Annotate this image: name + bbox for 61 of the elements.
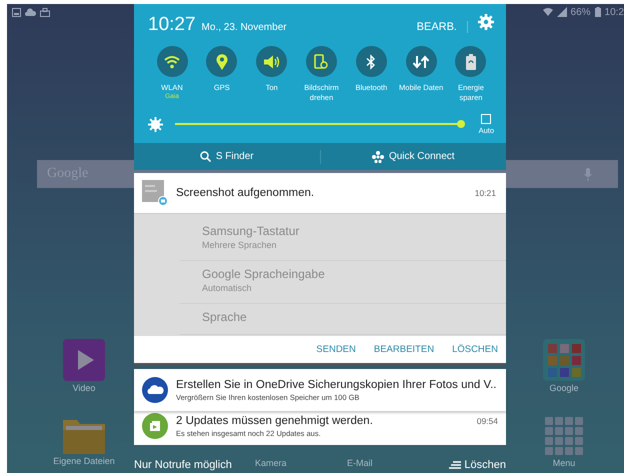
auto-checkbox[interactable] <box>481 114 492 124</box>
notification-action[interactable]: SENDEN <box>312 342 360 357</box>
cloud-icon <box>25 8 36 16</box>
notification-title: 2 Updates müssen genehmigt werden. <box>176 414 374 426</box>
bluetooth-toggle[interactable] <box>356 46 387 77</box>
dots-cluster-icon <box>372 150 384 162</box>
status-time: 10:2 <box>604 6 624 18</box>
app-label: Google <box>549 383 579 393</box>
settings-icon[interactable] <box>478 14 494 30</box>
emergency-calls-text: Nur Notrufe möglich <box>134 459 232 471</box>
battery-icon <box>594 7 601 17</box>
screenshot-notification[interactable]: Screenshot aufgenommen. 10:21 Samsung-Tastatur Mehrere Sprachen Google Spracheingabe Automatisch Sprache SENDEN BEARBEITEN LÖSCHEN <box>134 173 506 365</box>
bag-icon <box>40 8 50 16</box>
data-toggle[interactable] <box>406 46 437 77</box>
video-app-icon[interactable] <box>63 339 105 381</box>
brightness-slider[interactable] <box>175 121 467 127</box>
search-icon <box>200 151 211 162</box>
wifi-toggle[interactable] <box>156 46 188 77</box>
date-text: Mo., 23. November <box>202 22 287 33</box>
cloud-app-icon <box>142 377 168 403</box>
gps-toggle[interactable] <box>206 46 238 77</box>
brightness-icon <box>148 116 163 132</box>
preview-item-title: Google Spracheingabe <box>202 267 326 281</box>
microphone-icon <box>584 168 592 180</box>
notification-time: 10:21 <box>474 188 496 198</box>
s-finder-button[interactable]: S Finder <box>134 150 320 163</box>
app-label: Video <box>72 383 96 393</box>
rotate-toggle[interactable] <box>306 46 337 77</box>
battery-percent: 66% <box>570 6 591 18</box>
app-label: Menu <box>552 458 576 468</box>
battery-saver-icon <box>464 54 477 70</box>
location-pin-icon <box>216 54 228 70</box>
bluetooth-icon <box>366 54 376 70</box>
power-toggle[interactable] <box>455 46 486 77</box>
preview-item-subtitle: Automatisch <box>202 283 253 293</box>
edit-button[interactable]: BEARB. <box>416 21 468 33</box>
app-label: Kamera <box>255 458 287 468</box>
app-label: Eigene Dateien <box>53 456 115 466</box>
preview-item-title: Samsung-Tastatur <box>202 224 300 238</box>
app-label: E-Mail <box>347 458 373 468</box>
wifi-signal-icon <box>542 7 553 17</box>
wifi-icon <box>164 54 180 68</box>
clear-icon <box>449 461 462 469</box>
update-app-icon <box>142 413 168 439</box>
cell-signal-icon <box>556 7 567 17</box>
notification-title: Screenshot aufgenommen. <box>176 187 316 199</box>
sound-toggle[interactable] <box>256 46 288 77</box>
notification-action[interactable]: LÖSCHEN <box>448 342 502 357</box>
clock-time: 10:27 <box>148 14 196 36</box>
quick-connect-button[interactable]: Quick Connect <box>320 150 506 164</box>
gallery-icon <box>12 8 21 16</box>
rotate-screen-icon <box>314 54 328 70</box>
speaker-icon <box>264 54 280 68</box>
notification-time: 09:54 <box>476 416 498 426</box>
screenshot-thumbnail-icon <box>142 180 168 206</box>
notification-action[interactable]: BEARBEITEN <box>370 342 438 357</box>
notification-title: Erstellen Sie in OneDrive Sicherungskopien Ihrer Fotos und V.. <box>176 378 498 390</box>
arrows-up-down-icon <box>413 54 430 68</box>
clear-all-button[interactable]: Löschen <box>449 459 506 471</box>
preview-item-subtitle: Mehrere Sprachen <box>202 240 278 250</box>
preview-item-title: Sprache <box>202 310 248 324</box>
